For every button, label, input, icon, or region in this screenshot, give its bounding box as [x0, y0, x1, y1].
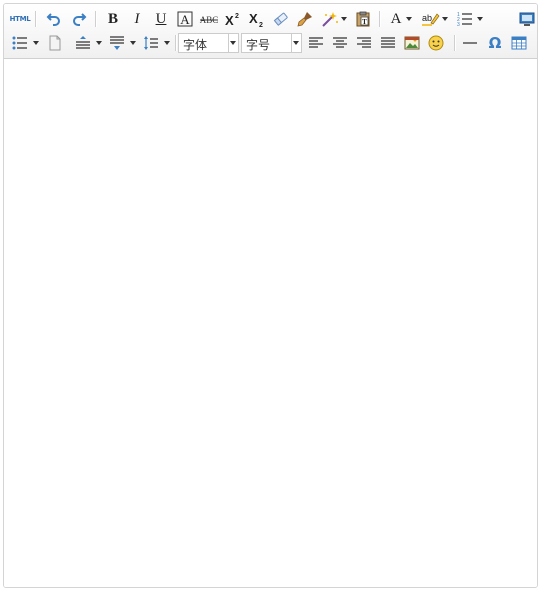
chevron-down-icon — [96, 41, 102, 45]
svg-text:A: A — [180, 12, 190, 27]
superscript-icon: X 2 — [225, 13, 239, 27]
rich-text-editor: HTML B I U A ABC X 2 X 2 T A ab 1 2 3 字体… — [3, 3, 538, 588]
toolbar-separator — [454, 35, 456, 51]
font-color-button[interactable]: A — [386, 8, 416, 30]
image-button[interactable] — [401, 32, 423, 54]
chevron-down-icon — [230, 41, 236, 45]
subscript-button[interactable]: X 2 — [246, 8, 268, 30]
preview-button[interactable] — [516, 8, 537, 30]
auto-format-icon — [322, 12, 338, 27]
highlight-color-icon: ab — [422, 13, 440, 26]
table-icon — [511, 36, 527, 50]
svg-text:ab: ab — [422, 13, 432, 23]
ordered-list-button[interactable]: 1 2 3 — [455, 8, 485, 30]
highlight-color-button[interactable]: ab — [420, 8, 450, 30]
svg-text:X: X — [225, 13, 234, 27]
svg-text:3: 3 — [457, 22, 460, 27]
subscript-icon: X 2 — [249, 11, 263, 27]
font-size-dropdown[interactable] — [291, 34, 301, 52]
special-chars-button[interactable]: Ω — [484, 32, 506, 54]
paste-text-icon: T — [356, 11, 370, 27]
chevron-down-icon — [341, 17, 347, 21]
font-family-value: 字体 — [183, 38, 208, 52]
html-source-button[interactable]: HTML — [9, 8, 31, 30]
font-family-select[interactable]: 字体 — [178, 33, 239, 53]
align-justify-icon — [381, 37, 395, 48]
underline-button[interactable]: U — [150, 8, 172, 30]
redo-icon — [73, 13, 87, 26]
preview-icon — [519, 12, 535, 26]
svg-text:T: T — [362, 18, 367, 26]
horizontal-rule-icon — [463, 42, 477, 44]
format-brush-icon — [297, 12, 312, 27]
font-family-dropdown[interactable] — [228, 34, 238, 52]
emotion-button[interactable] — [425, 32, 447, 54]
emotion-icon — [428, 35, 444, 51]
paragraph-spacing-bottom-icon — [110, 36, 124, 50]
image-icon — [404, 36, 420, 50]
italic-button[interactable]: I — [126, 8, 148, 30]
html-source-icon: HTML — [9, 15, 31, 23]
chevron-down-icon — [293, 41, 299, 45]
table-button[interactable] — [508, 32, 530, 54]
unordered-list-button[interactable] — [9, 32, 41, 54]
strikethrough-icon: ABC — [200, 15, 219, 25]
eraser-icon — [273, 12, 288, 26]
toolbar-separator — [35, 11, 37, 27]
paragraph-spacing-bottom-button[interactable] — [106, 32, 138, 54]
align-center-icon — [333, 37, 347, 48]
chevron-down-icon — [33, 41, 39, 45]
paste-text-button[interactable]: T — [352, 8, 374, 30]
font-color-icon: A — [390, 10, 402, 27]
svg-text:X: X — [249, 11, 258, 26]
chevron-down-icon — [406, 17, 412, 21]
format-brush-button[interactable] — [294, 8, 316, 30]
align-left-icon — [309, 37, 323, 48]
line-height-icon — [144, 36, 158, 50]
editor-toolbar: HTML B I U A ABC X 2 X 2 T A ab 1 2 3 字体… — [4, 4, 537, 59]
toolbar-separator — [379, 11, 381, 27]
auto-format-button[interactable] — [319, 8, 349, 30]
redo-button[interactable] — [68, 8, 90, 30]
ordered-list-icon: 1 2 3 — [457, 12, 472, 27]
font-border-button[interactable]: A — [174, 8, 196, 30]
align-center-button[interactable] — [329, 32, 351, 54]
toolbar-separator — [95, 11, 97, 27]
align-right-button[interactable] — [353, 32, 375, 54]
align-left-button[interactable] — [305, 32, 327, 54]
new-page-icon — [49, 35, 61, 51]
undo-icon — [46, 13, 60, 26]
bold-icon: B — [107, 10, 118, 27]
editor-content-area[interactable] — [4, 59, 537, 587]
undo-button[interactable] — [43, 8, 65, 30]
chevron-down-icon — [477, 17, 483, 21]
strikethrough-button[interactable]: ABC — [198, 8, 220, 30]
paragraph-spacing-top-icon — [76, 36, 90, 49]
eraser-button[interactable] — [270, 8, 292, 30]
unordered-list-icon — [12, 36, 27, 50]
horizontal-rule-button[interactable] — [459, 32, 481, 54]
toolbar-separator — [175, 35, 177, 51]
align-justify-button[interactable] — [377, 32, 399, 54]
svg-text:2: 2 — [259, 22, 263, 27]
underline-icon: U — [155, 10, 167, 27]
new-page-button[interactable] — [44, 32, 66, 54]
chevron-down-icon — [130, 41, 136, 45]
font-size-select[interactable]: 字号 — [241, 33, 302, 53]
font-border-icon: A — [177, 11, 193, 27]
line-height-button[interactable] — [140, 32, 172, 54]
paragraph-spacing-top-button[interactable] — [72, 32, 104, 54]
align-right-icon — [357, 37, 371, 48]
chevron-down-icon — [442, 17, 448, 21]
bold-button[interactable]: B — [102, 8, 124, 30]
italic-icon: I — [134, 10, 140, 27]
superscript-button[interactable]: X 2 — [222, 8, 244, 30]
chevron-down-icon — [164, 41, 170, 45]
svg-text:2: 2 — [235, 13, 239, 20]
font-size-value: 字号 — [246, 38, 271, 52]
special-chars-icon: Ω — [488, 34, 502, 52]
